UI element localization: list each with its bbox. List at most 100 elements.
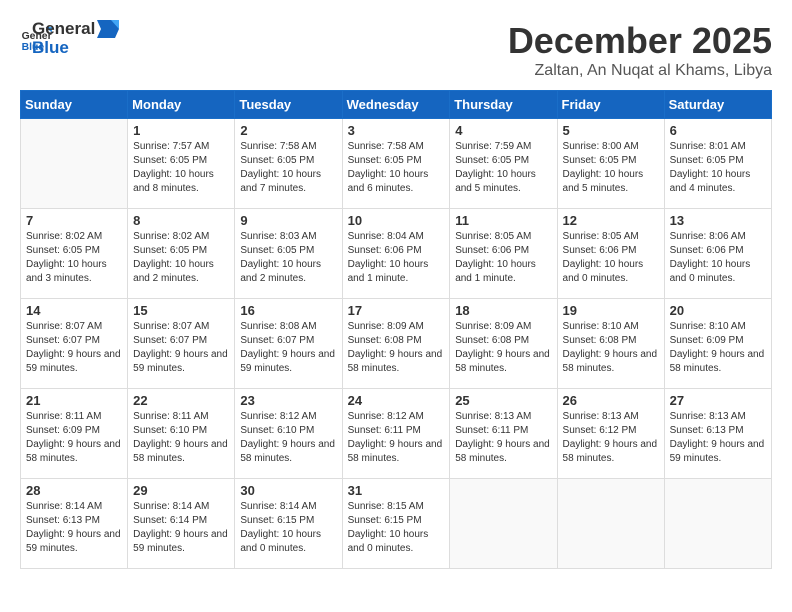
- calendar-cell: [664, 479, 771, 569]
- month-title: December 2025: [508, 20, 772, 62]
- day-number: 19: [563, 303, 659, 318]
- day-info: Sunrise: 8:00 AMSunset: 6:05 PMDaylight:…: [563, 140, 659, 196]
- day-number: 14: [26, 303, 122, 318]
- calendar-cell: 20Sunrise: 8:10 AMSunset: 6:09 PMDayligh…: [664, 299, 771, 389]
- day-info: Sunrise: 8:15 AMSunset: 6:15 PMDaylight:…: [348, 500, 445, 556]
- day-info: Sunrise: 8:08 AMSunset: 6:07 PMDaylight:…: [240, 320, 336, 376]
- calendar-cell: 14 Sunrise: 8:07 AMSunset: 6:07 PMDayligh…: [21, 299, 128, 389]
- day-number: 20: [670, 303, 766, 318]
- calendar-cell: 27Sunrise: 8:13 AMSunset: 6:13 PMDayligh…: [664, 389, 771, 479]
- day-info: Sunrise: 8:06 AMSunset: 6:06 PMDaylight:…: [670, 230, 766, 286]
- calendar-cell: 18 Sunrise: 8:09 AMSunset: 6:08 PMDayligh…: [450, 299, 557, 389]
- weekday-header-monday: Monday: [128, 91, 235, 119]
- day-number: 2: [240, 123, 336, 138]
- weekday-header-thursday: Thursday: [450, 91, 557, 119]
- calendar-cell: 15 Sunrise: 8:07 AMSunset: 6:07 PMDayligh…: [128, 299, 235, 389]
- day-number: 12: [563, 213, 659, 228]
- calendar-cell: 31 Sunrise: 8:15 AMSunset: 6:15 PMDayligh…: [342, 479, 450, 569]
- day-number: 26: [563, 393, 659, 408]
- day-number: 30: [240, 483, 336, 498]
- weekday-header-friday: Friday: [557, 91, 664, 119]
- day-number: 13: [670, 213, 766, 228]
- day-number: 22: [133, 393, 229, 408]
- day-info: Sunrise: 7:58 AMSunset: 6:05 PMDaylight:…: [348, 140, 445, 196]
- location-title: Zaltan, An Nuqat al Khams, Libya: [508, 62, 772, 80]
- calendar-cell: 22 Sunrise: 8:11 AMSunset: 6:10 PMDayligh…: [128, 389, 235, 479]
- day-number: 29: [133, 483, 229, 498]
- calendar-cell: 26 Sunrise: 8:13 AMSunset: 6:12 PMDayligh…: [557, 389, 664, 479]
- logo-blue-text: Blue: [32, 39, 119, 58]
- day-info: Sunrise: 8:11 AMSunset: 6:10 PMDaylight:…: [133, 410, 229, 466]
- day-info: Sunrise: 7:58 AMSunset: 6:05 PMDaylight:…: [240, 140, 336, 196]
- calendar-table: SundayMondayTuesdayWednesdayThursdayFrid…: [20, 90, 772, 569]
- calendar-cell: 25 Sunrise: 8:13 AMSunset: 6:11 PMDayligh…: [450, 389, 557, 479]
- day-info: Sunrise: 8:07 AMSunset: 6:07 PMDaylight:…: [26, 320, 122, 376]
- calendar-cell: 19 Sunrise: 8:10 AMSunset: 6:08 PMDayligh…: [557, 299, 664, 389]
- logo-general-text: General: [32, 20, 119, 39]
- day-info: Sunrise: 7:57 AMSunset: 6:05 PMDaylight:…: [133, 140, 229, 196]
- day-info: Sunrise: 8:05 AMSunset: 6:06 PMDaylight:…: [455, 230, 551, 286]
- calendar-cell: 12Sunrise: 8:05 AMSunset: 6:06 PMDayligh…: [557, 209, 664, 299]
- day-number: 25: [455, 393, 551, 408]
- weekday-header-row: SundayMondayTuesdayWednesdayThursdayFrid…: [21, 91, 772, 119]
- calendar-cell: [21, 119, 128, 209]
- title-area: December 2025 Zaltan, An Nuqat al Khams,…: [508, 20, 772, 80]
- day-info: Sunrise: 8:12 AMSunset: 6:11 PMDaylight:…: [348, 410, 445, 466]
- day-number: 31: [348, 483, 445, 498]
- day-info: Sunrise: 8:11 AMSunset: 6:09 PMDaylight:…: [26, 410, 122, 466]
- calendar-cell: 21 Sunrise: 8:11 AMSunset: 6:09 PMDayligh…: [21, 389, 128, 479]
- day-info: Sunrise: 8:13 AMSunset: 6:11 PMDaylight:…: [455, 410, 551, 466]
- calendar-cell: 6 Sunrise: 8:01 AMSunset: 6:05 PMDaylight…: [664, 119, 771, 209]
- logo: General Blue General Blue: [20, 20, 119, 57]
- day-info: Sunrise: 8:07 AMSunset: 6:07 PMDaylight:…: [133, 320, 229, 376]
- day-info: Sunrise: 8:13 AMSunset: 6:12 PMDaylight:…: [563, 410, 659, 466]
- day-info: Sunrise: 8:02 AMSunset: 6:05 PMDaylight:…: [133, 230, 229, 286]
- day-number: 16: [240, 303, 336, 318]
- day-number: 10: [348, 213, 445, 228]
- weekday-header-sunday: Sunday: [21, 91, 128, 119]
- day-info: Sunrise: 8:12 AMSunset: 6:10 PMDaylight:…: [240, 410, 336, 466]
- calendar-cell: 30 Sunrise: 8:14 AMSunset: 6:15 PMDayligh…: [235, 479, 342, 569]
- day-info: Sunrise: 8:09 AMSunset: 6:08 PMDaylight:…: [455, 320, 551, 376]
- calendar-cell: 23 Sunrise: 8:12 AMSunset: 6:10 PMDayligh…: [235, 389, 342, 479]
- day-number: 24: [348, 393, 445, 408]
- calendar-cell: 24 Sunrise: 8:12 AMSunset: 6:11 PMDayligh…: [342, 389, 450, 479]
- day-info: Sunrise: 8:03 AMSunset: 6:05 PMDaylight:…: [240, 230, 336, 286]
- calendar-cell: 17Sunrise: 8:09 AMSunset: 6:08 PMDayligh…: [342, 299, 450, 389]
- day-number: 5: [563, 123, 659, 138]
- day-number: 27: [670, 393, 766, 408]
- day-info: Sunrise: 8:14 AMSunset: 6:14 PMDaylight:…: [133, 500, 229, 556]
- calendar-cell: 8 Sunrise: 8:02 AMSunset: 6:05 PMDaylight…: [128, 209, 235, 299]
- day-info: Sunrise: 8:10 AMSunset: 6:08 PMDaylight:…: [563, 320, 659, 376]
- day-number: 23: [240, 393, 336, 408]
- calendar-cell: 16 Sunrise: 8:08 AMSunset: 6:07 PMDayligh…: [235, 299, 342, 389]
- calendar-cell: 5 Sunrise: 8:00 AMSunset: 6:05 PMDaylight…: [557, 119, 664, 209]
- calendar-week-row: 28Sunrise: 8:14 AMSunset: 6:13 PMDayligh…: [21, 479, 772, 569]
- day-info: Sunrise: 8:14 AMSunset: 6:15 PMDaylight:…: [240, 500, 336, 556]
- calendar-week-row: 21 Sunrise: 8:11 AMSunset: 6:09 PMDayligh…: [21, 389, 772, 479]
- day-info: Sunrise: 8:09 AMSunset: 6:08 PMDaylight:…: [348, 320, 445, 376]
- day-number: 15: [133, 303, 229, 318]
- day-number: 21: [26, 393, 122, 408]
- day-info: Sunrise: 8:01 AMSunset: 6:05 PMDaylight:…: [670, 140, 766, 196]
- day-info: Sunrise: 8:04 AMSunset: 6:06 PMDaylight:…: [348, 230, 445, 286]
- calendar-cell: 3Sunrise: 7:58 AMSunset: 6:05 PMDaylight…: [342, 119, 450, 209]
- calendar-cell: [450, 479, 557, 569]
- day-number: 6: [670, 123, 766, 138]
- day-number: 18: [455, 303, 551, 318]
- weekday-header-wednesday: Wednesday: [342, 91, 450, 119]
- day-number: 8: [133, 213, 229, 228]
- calendar-cell: 4Sunrise: 7:59 AMSunset: 6:05 PMDaylight…: [450, 119, 557, 209]
- calendar-cell: 11Sunrise: 8:05 AMSunset: 6:06 PMDayligh…: [450, 209, 557, 299]
- calendar-cell: 28Sunrise: 8:14 AMSunset: 6:13 PMDayligh…: [21, 479, 128, 569]
- calendar-week-row: 1Sunrise: 7:57 AMSunset: 6:05 PMDaylight…: [21, 119, 772, 209]
- day-number: 9: [240, 213, 336, 228]
- calendar-cell: 2 Sunrise: 7:58 AMSunset: 6:05 PMDaylight…: [235, 119, 342, 209]
- calendar-week-row: 14 Sunrise: 8:07 AMSunset: 6:07 PMDayligh…: [21, 299, 772, 389]
- page-header: General Blue General Blue December 2025 …: [20, 20, 772, 80]
- day-info: Sunrise: 8:02 AMSunset: 6:05 PMDaylight:…: [26, 230, 122, 286]
- calendar-cell: 13 Sunrise: 8:06 AMSunset: 6:06 PMDayligh…: [664, 209, 771, 299]
- calendar-cell: 9 Sunrise: 8:03 AMSunset: 6:05 PMDaylight…: [235, 209, 342, 299]
- calendar-cell: 29 Sunrise: 8:14 AMSunset: 6:14 PMDayligh…: [128, 479, 235, 569]
- day-info: Sunrise: 7:59 AMSunset: 6:05 PMDaylight:…: [455, 140, 551, 196]
